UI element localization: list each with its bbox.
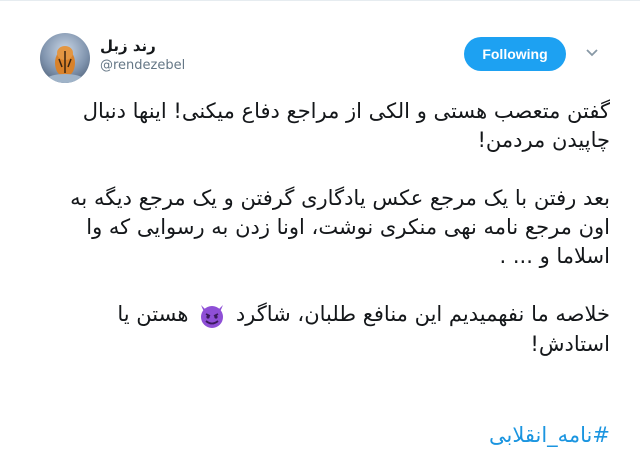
handle[interactable]: @rendezebel [100,57,185,75]
tweet-paragraph: بعد رفتن با یک مرجع عکس یادگاری گرفتن و … [70,186,610,268]
smiling-imp-emoji-icon [197,300,227,330]
display-name[interactable]: رند زبل [100,37,185,55]
following-button[interactable]: Following [464,37,566,71]
chevron-down-icon[interactable] [586,47,598,59]
tweet-card: رند زبل @rendezebel Following گفتن متعصب… [0,0,640,456]
tiger-avatar-image [47,46,83,83]
hashtag-link[interactable]: #نامه_انقلابی [34,421,610,450]
tweet-paragraph-with-emoji: خلاصه ما نفهمیدیم این منافع طلبان، شاگرد… [34,300,610,359]
avatar[interactable] [40,33,90,83]
tweet-text-segment: خلاصه ما نفهمیدیم این منافع طلبان، شاگرد [235,302,610,326]
author-names: رند زبل @rendezebel [100,37,185,75]
tweet-text: گفتن متعصب هستی و الکی از مراجع دفاع میک… [34,97,610,359]
tweet-header: رند زبل @rendezebel Following [40,29,610,85]
tweet-paragraph: گفتن متعصب هستی و الکی از مراجع دفاع میک… [82,99,610,152]
